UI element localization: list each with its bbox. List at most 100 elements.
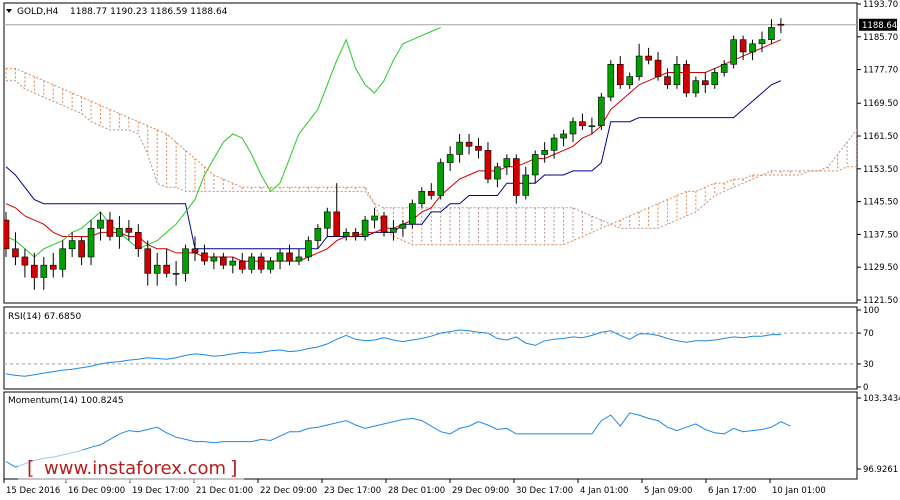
time-tick-label: 28 Dec 01:00 — [388, 486, 445, 496]
candle-body — [616, 63, 624, 86]
time-tick-label: 15 Dec 2016 — [6, 486, 60, 496]
candle-body — [248, 256, 255, 270]
candle-body — [531, 154, 539, 176]
candle — [598, 92, 605, 130]
time-tick-label: 4 Jan 01:00 — [580, 486, 628, 496]
y-axis: 1193.70 1185.70 1177.70 1169.50 1161.50 1153.… — [857, 0, 900, 475]
candle-body — [21, 256, 29, 266]
candle-body — [371, 215, 378, 221]
candle-body — [749, 43, 756, 53]
candle-body — [106, 219, 114, 237]
price-tick-label: 1137.50 — [863, 230, 898, 240]
candle-body — [768, 27, 775, 40]
candle-body — [541, 150, 548, 155]
candle-body — [456, 141, 463, 155]
candle-body — [494, 166, 501, 180]
candle-body — [579, 121, 586, 127]
candle-body — [59, 248, 67, 270]
candle-body — [191, 248, 199, 254]
price-tick-label: 1121.50 — [863, 296, 898, 306]
symbol-label: GOLD,H4 — [17, 7, 59, 17]
candle-body — [758, 39, 766, 45]
rsi-tick-label: 0 — [863, 383, 868, 393]
candle-body — [512, 158, 520, 196]
current-price-badge: 1188.64 — [859, 18, 897, 31]
candle-body — [361, 219, 369, 237]
candle-body — [87, 227, 95, 258]
candle-body — [163, 264, 170, 274]
candle-body — [286, 252, 293, 262]
candle-body — [210, 256, 218, 262]
candle-body — [522, 174, 530, 196]
time-tick-label: 21 Dec 01:00 — [196, 486, 253, 496]
candle-body — [399, 223, 407, 229]
candle-body — [683, 63, 690, 94]
candle-body — [730, 39, 737, 65]
candle-body — [333, 211, 341, 237]
candle-body — [607, 63, 615, 98]
candle-body — [78, 240, 85, 258]
rsi-pane-frame — [3, 306, 858, 390]
momentum-label: Momentum(14) 100.8245 — [8, 396, 124, 406]
candle-body — [12, 248, 19, 258]
chart-canvas: 1193.70 1185.70 1177.70 1169.50 1161.50 1153.… — [3, 0, 900, 496]
time-tick-label: 22 Dec 09:00 — [260, 486, 317, 496]
candle-body — [418, 191, 426, 204]
candle-body — [427, 191, 435, 196]
candle-body — [777, 23, 785, 26]
candle-body — [342, 232, 350, 237]
rsi-tick-label: 70 — [863, 329, 874, 339]
candle-body — [739, 39, 747, 53]
candle-body — [257, 256, 265, 270]
candle-body — [437, 162, 445, 196]
price-tick-label: 1145.50 — [863, 198, 898, 208]
candle-body — [201, 252, 208, 262]
candle-body — [598, 96, 605, 127]
candle-body — [238, 260, 246, 270]
candle-body — [503, 158, 511, 168]
time-tick-label: 6 Jan 17:00 — [708, 486, 756, 496]
candle-body — [182, 248, 189, 274]
candle-body — [550, 137, 558, 151]
price-tick-label: 1169.50 — [863, 99, 898, 109]
candle — [683, 60, 690, 98]
candle-body — [645, 55, 652, 61]
candle-body — [172, 273, 180, 275]
rsi-tick-label: 100 — [863, 306, 879, 316]
main-pane-frame — [3, 2, 858, 304]
time-tick-label: 16 Dec 09:00 — [68, 486, 125, 496]
price-tick-label: 1177.70 — [863, 66, 898, 76]
candle-body — [116, 227, 123, 237]
candle-body — [484, 150, 492, 180]
candle-body — [295, 256, 303, 262]
candle-body — [68, 240, 76, 250]
candle-body — [673, 63, 681, 86]
chart-window: 1193.70 1185.70 1177.70 1169.50 1161.50 1153.… — [0, 0, 900, 500]
time-tick-label: 23 Dec 17:00 — [324, 486, 381, 496]
watermark-text: www.instaforex.com — [44, 458, 226, 479]
candle-body — [125, 227, 133, 233]
price-tick-label: 1153.50 — [863, 165, 898, 175]
candle-body — [40, 264, 48, 278]
watermark: [ www.instaforex.com ] — [18, 450, 244, 482]
candle-body — [97, 219, 104, 229]
candle-body — [390, 227, 397, 233]
svg-text:1188.64: 1188.64 — [862, 21, 897, 31]
candle-body — [626, 76, 634, 86]
candle-body — [560, 133, 567, 139]
candle-body — [49, 264, 57, 270]
momentum-tick-label: 103.3434 — [863, 394, 900, 404]
candle-body — [701, 80, 709, 86]
candle-body — [409, 203, 416, 225]
ohlc-label: 1188.77 1190.23 1186.59 1188.64 — [70, 7, 228, 17]
candle — [730, 35, 737, 69]
candle-body — [446, 154, 454, 163]
candle-body — [664, 76, 671, 86]
candle-body — [220, 256, 227, 266]
candle-body — [588, 125, 596, 128]
price-tick-label: 1129.50 — [863, 263, 898, 273]
candle — [409, 199, 416, 229]
price-tick-label: 1193.70 — [863, 0, 898, 10]
candle-body — [314, 227, 322, 241]
candle-body — [692, 80, 700, 94]
